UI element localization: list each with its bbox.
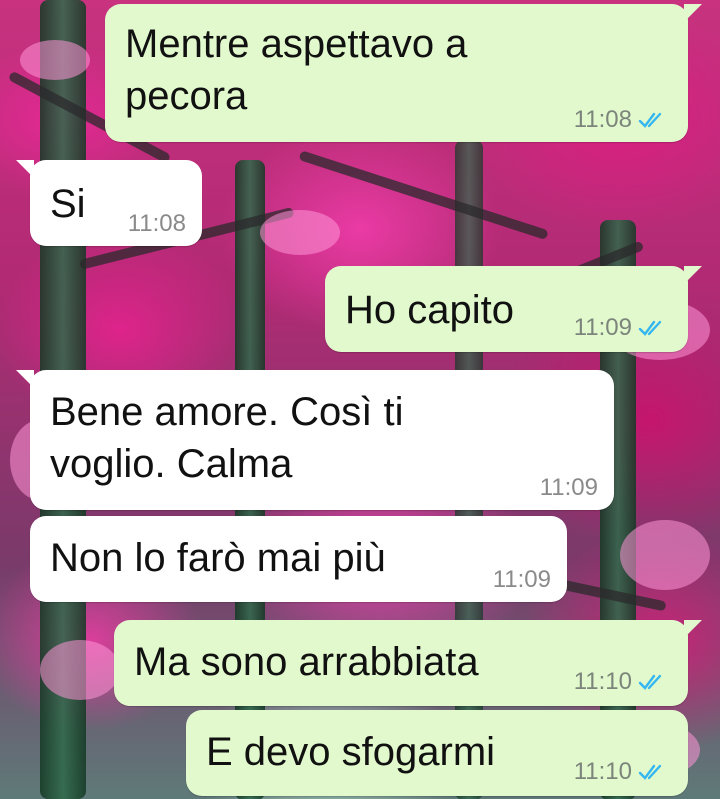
double-check-read-icon	[638, 764, 662, 780]
message-text: Bene amore. Così ti voglio. Calma	[50, 390, 404, 486]
double-check-read-icon	[638, 320, 662, 336]
message-bubble-incoming[interactable]: Non lo farò mai più 11:09	[30, 516, 567, 602]
message-bubble-incoming[interactable]: Si 11:08	[16, 160, 202, 246]
double-check-read-icon	[638, 112, 662, 128]
message-text: Mentre aspettavo a pecora	[125, 22, 468, 118]
message-bubble-outgoing[interactable]: E devo sfogarmi 11:10	[186, 710, 688, 796]
message-bubble-outgoing[interactable]: Mentre aspettavo a pecora 11:08	[105, 4, 702, 142]
message-bubble-outgoing[interactable]: Ma sono arrabbiata 11:10	[114, 620, 702, 706]
message-text: Si	[50, 182, 86, 226]
message-text: Ho capito	[345, 288, 514, 332]
message-text: Non lo farò mai più	[50, 536, 386, 580]
message-time: 11:08	[573, 106, 632, 133]
message-time: 11:09	[573, 314, 632, 341]
message-time: 11:09	[492, 566, 551, 593]
message-time: 11:10	[573, 758, 632, 785]
message-text: Ma sono arrabbiata	[134, 640, 479, 684]
message-time: 11:10	[573, 668, 632, 695]
message-time: 11:09	[539, 474, 598, 501]
message-bubble-incoming[interactable]: Bene amore. Così ti voglio. Calma 11:09	[16, 370, 614, 510]
message-bubble-outgoing[interactable]: Ho capito 11:09	[325, 266, 702, 352]
message-text: E devo sfogarmi	[206, 730, 496, 774]
double-check-read-icon	[638, 674, 662, 690]
message-time: 11:08	[127, 210, 186, 237]
